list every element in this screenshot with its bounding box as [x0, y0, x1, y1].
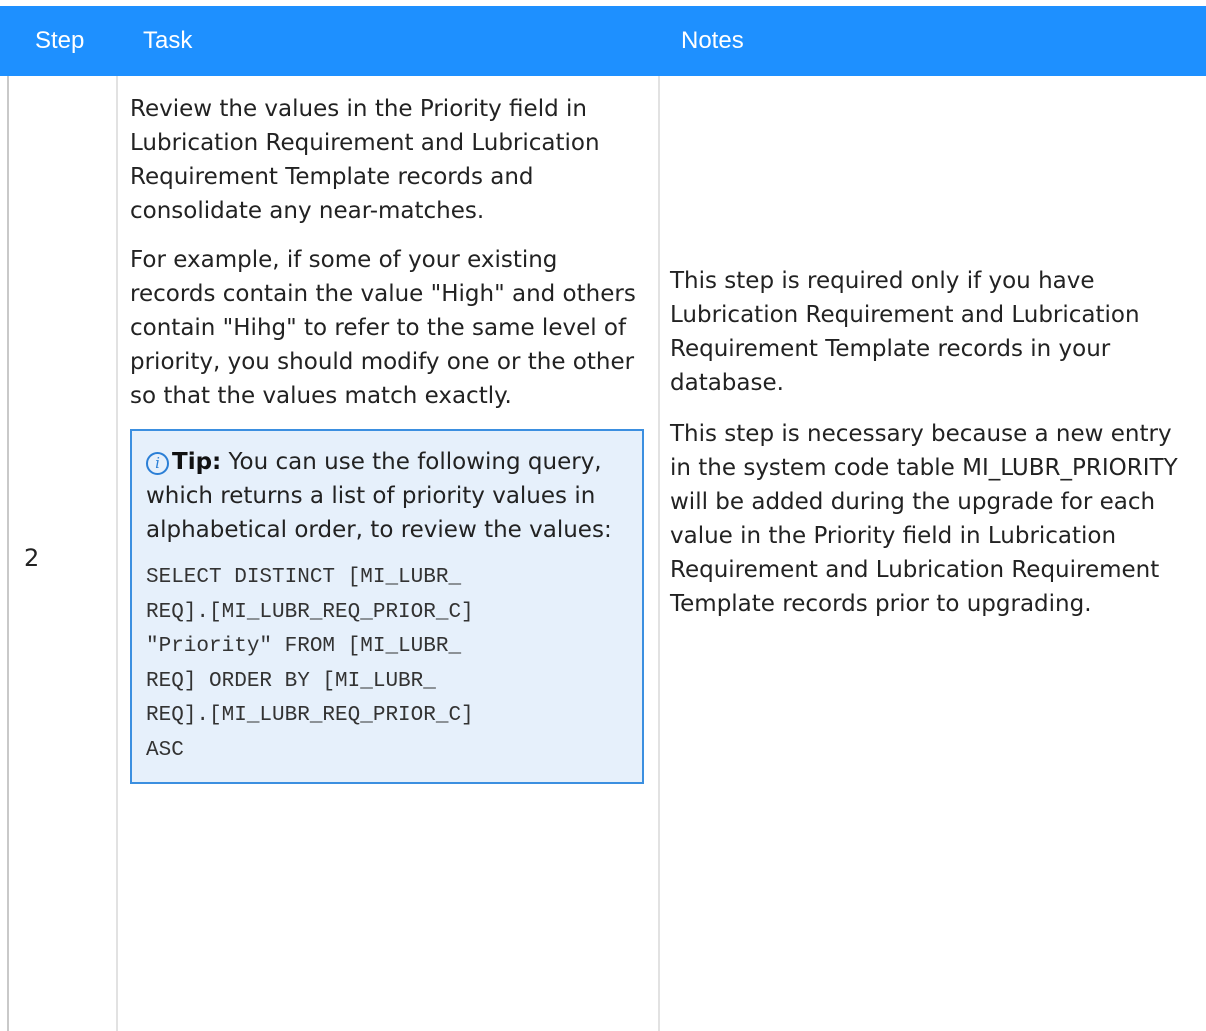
task-example: For example, if some of your existing re… — [130, 247, 636, 409]
column-divider — [658, 76, 660, 1031]
row-border — [7, 76, 9, 1031]
header-step: Step — [35, 27, 85, 54]
tip-callout: i Tip: You can use the following query, w… — [130, 429, 644, 784]
notes-requirement: This step is required only if you have L… — [670, 268, 1140, 396]
notes-cell: This step is required only if you have L… — [670, 76, 1196, 1031]
table-row: 2 Review the values in the Priority fiel… — [0, 76, 1206, 1031]
task-cell: Review the values in the Priority field … — [130, 92, 648, 784]
tip-label: Tip: — [172, 449, 222, 475]
header-notes: Notes — [681, 27, 744, 54]
column-divider — [116, 76, 118, 1031]
task-description: Review the values in the Priority field … — [130, 96, 600, 224]
notes-content: This step is required only if you have L… — [670, 264, 1196, 621]
header-task: Task — [143, 27, 193, 54]
tip-paragraph: i Tip: You can use the following query, w… — [146, 445, 632, 547]
step-number: 2 — [24, 544, 40, 572]
upgrade-steps-table: Step Task Notes 2 Review the values in t… — [0, 0, 1206, 1031]
info-icon: i — [146, 452, 169, 475]
table-header-row: Step Task Notes — [0, 6, 1206, 76]
query-code-block: SELECT DISTINCT [MI_LUBR_ REQ].[MI_LUBR_… — [146, 566, 474, 762]
notes-reason: This step is necessary because a new ent… — [670, 421, 1178, 617]
